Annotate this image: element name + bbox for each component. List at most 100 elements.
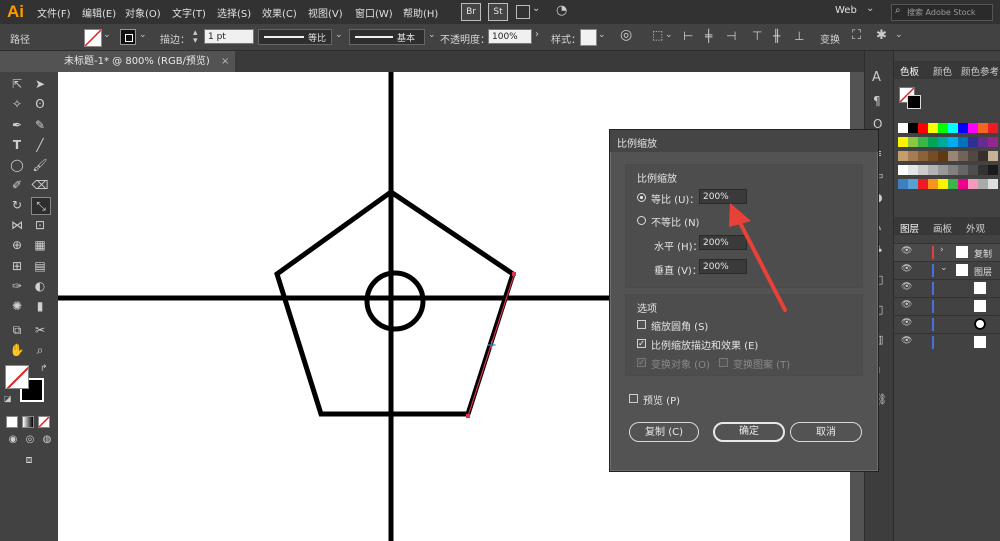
isolate-object-icon[interactable]: ⛶: [852, 28, 861, 43]
eye-icon[interactable]: 👁: [901, 336, 912, 346]
color-swatch[interactable]: [928, 165, 938, 175]
color-swatch[interactable]: [958, 165, 968, 175]
eye-icon[interactable]: 👁: [901, 318, 912, 328]
tab-appearance[interactable]: 外观: [966, 221, 985, 235]
selection-tool-icon[interactable]: ⇱: [8, 76, 26, 92]
curvature-tool-icon[interactable]: ✎: [31, 117, 49, 133]
color-swatch[interactable]: [938, 165, 948, 175]
color-swatch[interactable]: [928, 151, 938, 161]
color-swatch[interactable]: [948, 165, 958, 175]
color-swatch[interactable]: [918, 151, 928, 161]
color-swatch[interactable]: [958, 151, 968, 161]
color-swatch[interactable]: [988, 137, 998, 147]
color-swatch[interactable]: [978, 151, 988, 161]
panel-stroke-swatch[interactable]: [907, 95, 921, 109]
menu-window[interactable]: 窗口(W): [355, 5, 393, 20]
artboard-tool-icon[interactable]: ⧉: [8, 322, 26, 338]
color-swatch[interactable]: [988, 123, 998, 133]
layer-row[interactable]: 👁 ⌄ 图层: [894, 261, 1000, 279]
menu-select[interactable]: 选择(S): [217, 5, 251, 20]
menu-help[interactable]: 帮助(H): [403, 5, 438, 20]
transform-link[interactable]: 变换: [820, 31, 840, 46]
menu-type[interactable]: 文字(T): [172, 5, 206, 20]
hand-tool-icon[interactable]: ✋: [8, 342, 26, 358]
fill-color-box[interactable]: [5, 365, 29, 389]
perspective-grid-tool-icon[interactable]: ▦: [31, 237, 49, 253]
color-swatch[interactable]: [918, 123, 928, 133]
tab-color-guide[interactable]: 颜色参考: [961, 64, 999, 78]
color-swatch[interactable]: [978, 179, 988, 189]
scale-corners-checkbox[interactable]: [637, 320, 646, 329]
variable-width-profile[interactable]: 等比: [258, 29, 332, 45]
panel-menu-icon[interactable]: ⌄: [895, 30, 903, 40]
eye-icon[interactable]: 👁: [901, 300, 912, 310]
sublayer-row[interactable]: 👁: [894, 297, 1000, 315]
preview-checkbox[interactable]: [629, 394, 638, 403]
color-swatch[interactable]: [988, 179, 998, 189]
color-swatch[interactable]: [918, 165, 928, 175]
menu-file[interactable]: 文件(F): [37, 5, 71, 20]
eyedropper-tool-icon[interactable]: ✑: [8, 278, 26, 294]
align-middle-icon[interactable]: ╫: [773, 29, 780, 43]
gradient-tool-icon[interactable]: ▤: [31, 258, 49, 274]
chevron-down-icon[interactable]: ⌄: [139, 30, 147, 40]
free-transform-tool-icon[interactable]: ⊡: [31, 217, 49, 233]
stroke-label[interactable]: 描边：: [160, 31, 190, 46]
color-swatch[interactable]: [988, 165, 998, 175]
color-mode-icon[interactable]: [6, 416, 18, 428]
align-left-icon[interactable]: ⊢: [683, 29, 693, 43]
align-bottom-icon[interactable]: ⊥: [794, 29, 804, 43]
stock-search[interactable]: ⌕ 搜索 Adobe Stock: [891, 4, 993, 21]
character-panel-icon[interactable]: A: [872, 70, 881, 85]
tab-artboards[interactable]: 画板: [933, 221, 952, 235]
none-mode-icon[interactable]: [38, 416, 50, 428]
align-top-icon[interactable]: ⊤: [752, 29, 762, 43]
color-swatch[interactable]: [928, 123, 938, 133]
paintbrush-tool-icon[interactable]: 🖌: [31, 157, 49, 173]
layer-row[interactable]: 👁 › 复制: [894, 243, 1000, 261]
opacity-label[interactable]: 不透明度：: [440, 31, 490, 46]
stock-button[interactable]: St: [488, 3, 508, 21]
color-swatch[interactable]: [898, 151, 908, 161]
zoom-tool-icon[interactable]: ⌕: [31, 342, 49, 358]
color-swatch[interactable]: [948, 179, 958, 189]
copy-button[interactable]: 复制 (C): [629, 422, 699, 442]
gpu-performance-icon[interactable]: ◔: [556, 3, 567, 18]
draw-normal-icon[interactable]: ◉: [4, 432, 22, 448]
color-swatch[interactable]: [968, 137, 978, 147]
cancel-button[interactable]: 取消: [790, 422, 862, 442]
color-swatch[interactable]: [938, 179, 948, 189]
eye-icon[interactable]: 👁: [901, 246, 912, 256]
puppet-warp-icon[interactable]: ✱: [876, 28, 887, 43]
color-swatch[interactable]: [968, 123, 978, 133]
draw-inside-icon[interactable]: ◍: [38, 432, 56, 448]
scale-strokes-checkbox[interactable]: ✓: [637, 339, 646, 348]
mesh-tool-icon[interactable]: ⊞: [8, 258, 26, 274]
color-swatch[interactable]: [968, 179, 978, 189]
slice-tool-icon[interactable]: ✂: [31, 322, 49, 338]
gradient-mode-icon[interactable]: [22, 416, 34, 428]
direct-selection-tool-icon[interactable]: ➤: [31, 76, 49, 92]
color-swatch[interactable]: [978, 123, 988, 133]
sublayer-row[interactable]: 👁: [894, 333, 1000, 351]
type-tool-icon[interactable]: T: [8, 137, 26, 153]
menu-edit[interactable]: 编辑(E): [82, 5, 116, 20]
align-center-icon[interactable]: ╪: [705, 29, 712, 43]
color-swatch[interactable]: [908, 165, 918, 175]
chevron-down-icon[interactable]: ⌄: [665, 30, 673, 40]
pen-tool-icon[interactable]: ✒: [8, 117, 26, 133]
color-swatch[interactable]: [938, 123, 948, 133]
line-tool-icon[interactable]: ╱: [31, 137, 49, 153]
default-fill-stroke-icon[interactable]: ◪: [4, 394, 12, 403]
lasso-tool-icon[interactable]: ʘ: [31, 96, 49, 112]
color-swatch[interactable]: [948, 123, 958, 133]
width-tool-icon[interactable]: ⋈: [8, 217, 26, 233]
color-swatch[interactable]: [898, 165, 908, 175]
draw-behind-icon[interactable]: ◎: [21, 432, 39, 448]
chevron-down-icon[interactable]: ⌄: [532, 3, 540, 14]
dialog-title-bar[interactable]: 比例缩放: [610, 130, 878, 152]
swap-fill-stroke-icon[interactable]: ↱: [40, 364, 48, 374]
eraser-tool-icon[interactable]: ⌫: [31, 177, 49, 193]
close-icon[interactable]: ×: [221, 56, 229, 67]
graphic-style-swatch[interactable]: [580, 29, 597, 46]
